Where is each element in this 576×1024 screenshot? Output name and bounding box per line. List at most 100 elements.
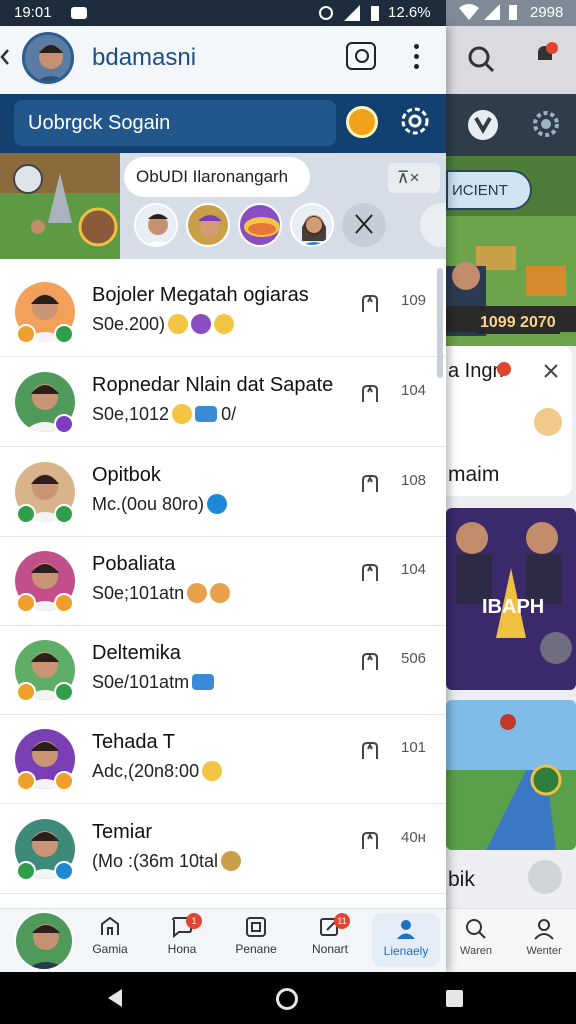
nav-item-wenter[interactable]: Wenter xyxy=(514,917,574,957)
tab-label: Hona xyxy=(167,942,197,956)
status-badge xyxy=(54,771,74,791)
chat-row[interactable]: Tehada T Adc,(20n8:00 101 xyxy=(0,715,446,804)
preview-text: Adc,(20n8:00 xyxy=(92,761,200,781)
tab-gamia[interactable]: Gamia xyxy=(76,915,144,956)
story-avatar[interactable] xyxy=(238,203,282,247)
pin-icon[interactable] xyxy=(359,561,381,583)
chat-row[interactable]: Bojoler Megatah ogiaras S0e.200) 109 xyxy=(0,268,446,357)
status-badge xyxy=(54,504,74,524)
chat-name: Tehada T xyxy=(92,731,176,753)
emoji-icon xyxy=(214,314,235,334)
search-input[interactable]: Uobrgck Sogain xyxy=(14,100,336,146)
avatar[interactable] xyxy=(15,282,75,344)
chat-time: 104 xyxy=(401,561,427,578)
avatar[interactable] xyxy=(15,819,75,881)
back-arrow-icon[interactable] xyxy=(0,48,10,66)
pin-icon[interactable] xyxy=(359,382,381,404)
tab-label: Penane xyxy=(235,942,277,956)
tab-lienaely[interactable]: Lienaely xyxy=(372,913,440,967)
story-avatar[interactable] xyxy=(290,203,334,247)
preview-text: S0e.200) xyxy=(92,314,166,334)
chat-name: Bojoler Megatah ogiaras xyxy=(92,284,309,306)
avatar[interactable] xyxy=(15,462,75,524)
filter-close-button[interactable]: ⊼× xyxy=(388,163,440,193)
home-button[interactable] xyxy=(276,988,298,1010)
heart-icon xyxy=(497,362,511,376)
more-options-button[interactable] xyxy=(408,42,424,72)
search-icon xyxy=(466,919,486,939)
status-badge xyxy=(54,593,74,613)
status-bar-right: 2998 xyxy=(446,0,576,26)
camera-button[interactable] xyxy=(346,42,376,70)
game-thumbnail[interactable] xyxy=(0,153,120,259)
chat-row[interactable]: Opitbok Mc.(0ou 80ro) 108 xyxy=(0,448,446,537)
coin-button[interactable] xyxy=(346,106,378,138)
home-icon xyxy=(101,916,119,935)
more-stories-button[interactable] xyxy=(420,203,446,247)
signal-icon xyxy=(344,5,360,21)
chat-row[interactable]: Pobaliata S0e;101atn 104 xyxy=(0,537,446,626)
pin-icon[interactable] xyxy=(359,292,381,314)
story-prompt[interactable]: ObUDI Ilaronangarh xyxy=(124,157,310,197)
fab-button[interactable] xyxy=(528,860,562,894)
back-button[interactable] xyxy=(108,989,122,1007)
pin-icon[interactable] xyxy=(359,472,381,494)
avatar[interactable] xyxy=(22,32,74,84)
gear-icon[interactable] xyxy=(528,106,564,142)
close-icon[interactable] xyxy=(542,362,560,380)
pin-icon[interactable] xyxy=(359,650,381,672)
preview-tail: 0/ xyxy=(221,404,237,424)
chat-row[interactable]: Temiar (Mo :(36m 10tal 40н xyxy=(0,805,446,894)
chat-name: Pobaliata xyxy=(92,553,176,575)
pin-icon[interactable] xyxy=(359,829,381,851)
scrollbar[interactable] xyxy=(437,268,443,378)
avatar[interactable] xyxy=(15,551,75,613)
chat-time: 506 xyxy=(401,650,427,667)
chat-preview: S0e;101atn xyxy=(92,583,231,604)
stories-strip: ObUDI Ilaronangarh ⊼× xyxy=(0,153,446,259)
score-label: 1099 2070 xyxy=(476,312,560,334)
avatar[interactable] xyxy=(15,729,75,791)
status-time: 19:01 xyxy=(14,4,52,21)
status-badge xyxy=(54,414,74,434)
search-icon[interactable] xyxy=(466,44,496,74)
avatar[interactable] xyxy=(14,911,74,971)
pin-icon[interactable] xyxy=(359,739,381,761)
tab-penane[interactable]: Penane xyxy=(222,915,290,956)
chat-preview: S0e/101atm xyxy=(92,672,215,693)
add-story-button[interactable] xyxy=(342,203,386,247)
settings-icon[interactable] xyxy=(398,104,432,138)
nav-item-waren[interactable]: Waren xyxy=(446,917,506,957)
app-bar: bdamasni xyxy=(0,26,446,94)
story-avatar[interactable] xyxy=(134,203,178,247)
emoji-icon xyxy=(207,494,228,514)
tab-label: Nonart xyxy=(311,942,349,956)
search-bar-area: Uobrgck Sogain xyxy=(0,94,446,158)
tab-label: Lienaely xyxy=(383,944,429,958)
notification-icon[interactable] xyxy=(530,40,560,70)
chat-name: Temiar xyxy=(92,821,153,843)
recents-button[interactable] xyxy=(446,990,463,1007)
avatar[interactable] xyxy=(15,372,75,434)
avatar[interactable] xyxy=(15,640,75,702)
emoji-icon xyxy=(187,583,208,603)
chat-row[interactable]: Deltemika S0e/101atm 506 xyxy=(0,626,446,715)
chat-time: 40н xyxy=(401,829,426,846)
chat-row[interactable]: Ropnedar Nlain dat Sapate S0e,1012 0/ 104 xyxy=(0,358,446,447)
chat-time: 104 xyxy=(401,382,427,399)
thumb-icon xyxy=(534,408,562,436)
tab-hona[interactable]: 1 Hona xyxy=(148,913,216,956)
preview-text: Mc.(0ou 80ro) xyxy=(92,494,205,514)
battery-percent: 12.6% xyxy=(388,4,431,21)
battery-percent: 2998 xyxy=(530,4,564,21)
tab-nonart[interactable]: 11 Nonart xyxy=(296,913,364,956)
shield-icon xyxy=(468,110,498,140)
story-avatar[interactable] xyxy=(186,203,230,247)
emoji-icon xyxy=(172,404,193,424)
page-title: bdamasni xyxy=(92,44,197,71)
system-nav-bar xyxy=(0,972,576,1024)
chat-time: 108 xyxy=(401,472,427,489)
background-pill-button[interactable]: ИCIENT xyxy=(446,170,532,210)
card-subtitle: maim xyxy=(448,463,500,486)
game-path-image[interactable] xyxy=(446,700,576,850)
